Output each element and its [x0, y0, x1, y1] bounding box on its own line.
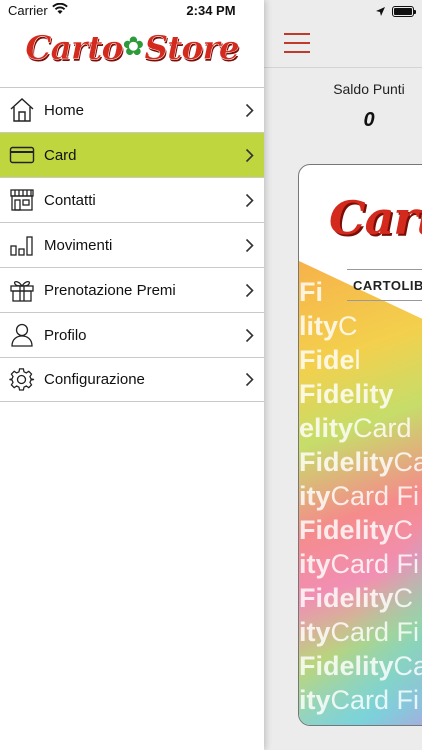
hamburger-line [284, 33, 310, 35]
store-icon [0, 178, 44, 223]
menu-item-prenotazione-premi[interactable]: Prenotazione Premi [0, 267, 264, 312]
menu-item-configurazione[interactable]: Configurazione [0, 357, 264, 402]
bar-chart-icon [0, 223, 44, 268]
chevron-right-icon [234, 88, 264, 133]
home-icon [0, 88, 44, 133]
chevron-right-icon [234, 268, 264, 313]
brand-logo-text-a: Carto [25, 28, 124, 68]
menu-item-label: Configurazione [44, 371, 145, 388]
hamburger-line [284, 51, 310, 53]
points-balance-label: Saldo Punti [333, 81, 405, 97]
chevron-right-icon [234, 133, 264, 178]
menu-item-profilo[interactable]: Profilo [0, 312, 264, 357]
fidelity-pattern-row: ityCard Fi [299, 685, 420, 715]
gift-icon [0, 268, 44, 313]
fidelity-pattern-row: ityCard Fi [299, 549, 420, 579]
fidelity-pattern-row: ityCard Fi [299, 481, 420, 511]
menu-item-label: Profilo [44, 326, 87, 344]
fidelity-pattern-row: lityC [299, 311, 358, 341]
fidelity-pattern-row: FidelityC [299, 515, 414, 545]
fidelity-pattern-row: Fidel [299, 345, 361, 375]
fidelity-pattern-row: FidelityCa [299, 651, 422, 681]
brand-logo: Carto✿Store [0, 28, 264, 78]
menu-item-movimenti[interactable]: Movimenti [0, 222, 264, 267]
side-drawer: Carrier 2:34 PM Carto✿Store Home Card Co… [0, 0, 264, 750]
menu-toggle-button[interactable] [284, 33, 310, 53]
user-icon [0, 313, 44, 358]
menu-item-label: Home [44, 101, 85, 119]
menu-item-card[interactable]: Card [0, 132, 264, 177]
side-menu: Home Card Contatti Movimenti Prenotazion… [0, 87, 264, 402]
fidelity-pattern-row: elityCard [299, 413, 412, 443]
main-content: Saldo Punti 0 Carto CARTOLIB FilityCFide… [264, 0, 422, 750]
chevron-right-icon [234, 178, 264, 223]
fidelity-pattern-row: ityCard Fi [299, 617, 420, 647]
card-icon [0, 133, 44, 178]
card-logo: Carto [329, 191, 422, 245]
brand-logo-text-b: Store [144, 28, 240, 68]
menu-item-label: Card [44, 146, 77, 164]
menu-item-label: Movimenti [44, 236, 113, 254]
hamburger-line [284, 42, 310, 44]
gear-icon [0, 357, 44, 402]
chevron-right-icon [234, 313, 264, 358]
fidelity-pattern-row: FidelityCa [299, 447, 422, 477]
fidelity-pattern-row: Fidelity [299, 379, 394, 409]
chevron-right-icon [234, 223, 264, 268]
chevron-right-icon [234, 357, 264, 402]
fidelity-card-pattern: Fi lityC Fidel Fidelity elityCard FidelityCa i… [299, 275, 422, 725]
fidelity-pattern-row: Fi [299, 277, 323, 307]
clock-label: 2:34 PM [186, 3, 236, 18]
points-balance-value: 0 [363, 109, 375, 131]
fidelity-card[interactable]: Carto CARTOLIB FilityCFidelFidelityelity… [298, 164, 422, 726]
menu-item-home[interactable]: Home [0, 87, 264, 132]
menu-item-label: Prenotazione Premi [44, 281, 176, 299]
menu-item-contatti[interactable]: Contatti [0, 177, 264, 222]
menu-item-label: Contatti [44, 191, 96, 209]
clover-icon: ✿ [122, 31, 145, 61]
fidelity-pattern-row: FidelityC [299, 583, 414, 613]
status-bar: Carrier 2:34 PM [0, 0, 264, 22]
